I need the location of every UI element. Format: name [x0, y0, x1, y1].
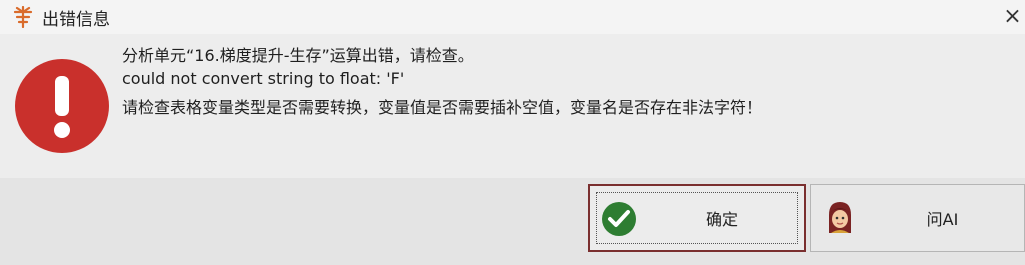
ok-button[interactable]: 确定 [588, 184, 806, 252]
ok-button-label: 确定 [705, 210, 738, 229]
ask-ai-button[interactable]: 问AI [810, 184, 1025, 252]
title-bar[interactable]: 出错信息 × [0, 0, 1025, 34]
window-title: 出错信息 [42, 10, 110, 30]
ai-assistant-avatar-icon [821, 199, 859, 237]
exclamation-icon [14, 58, 110, 154]
check-circle-icon [600, 200, 638, 238]
ask-ai-button-label: 问AI [926, 210, 959, 229]
app-logo-icon [12, 5, 34, 29]
error-message-line3: 请检查表格变量类型是否需要转换，变量值是否需要插补空值，变量名是否存在非法字符！ [122, 98, 763, 117]
error-message-line2: could not convert string to float: 'F' [122, 69, 405, 88]
close-button[interactable]: × [1000, 2, 1025, 32]
error-dialog: 出错信息 × 分析单元“16.梯度提升-生存”运算出错，请检查。 could n… [0, 0, 1025, 265]
error-message-line1: 分析单元“16.梯度提升-生存”运算出错，请检查。 [122, 46, 474, 65]
